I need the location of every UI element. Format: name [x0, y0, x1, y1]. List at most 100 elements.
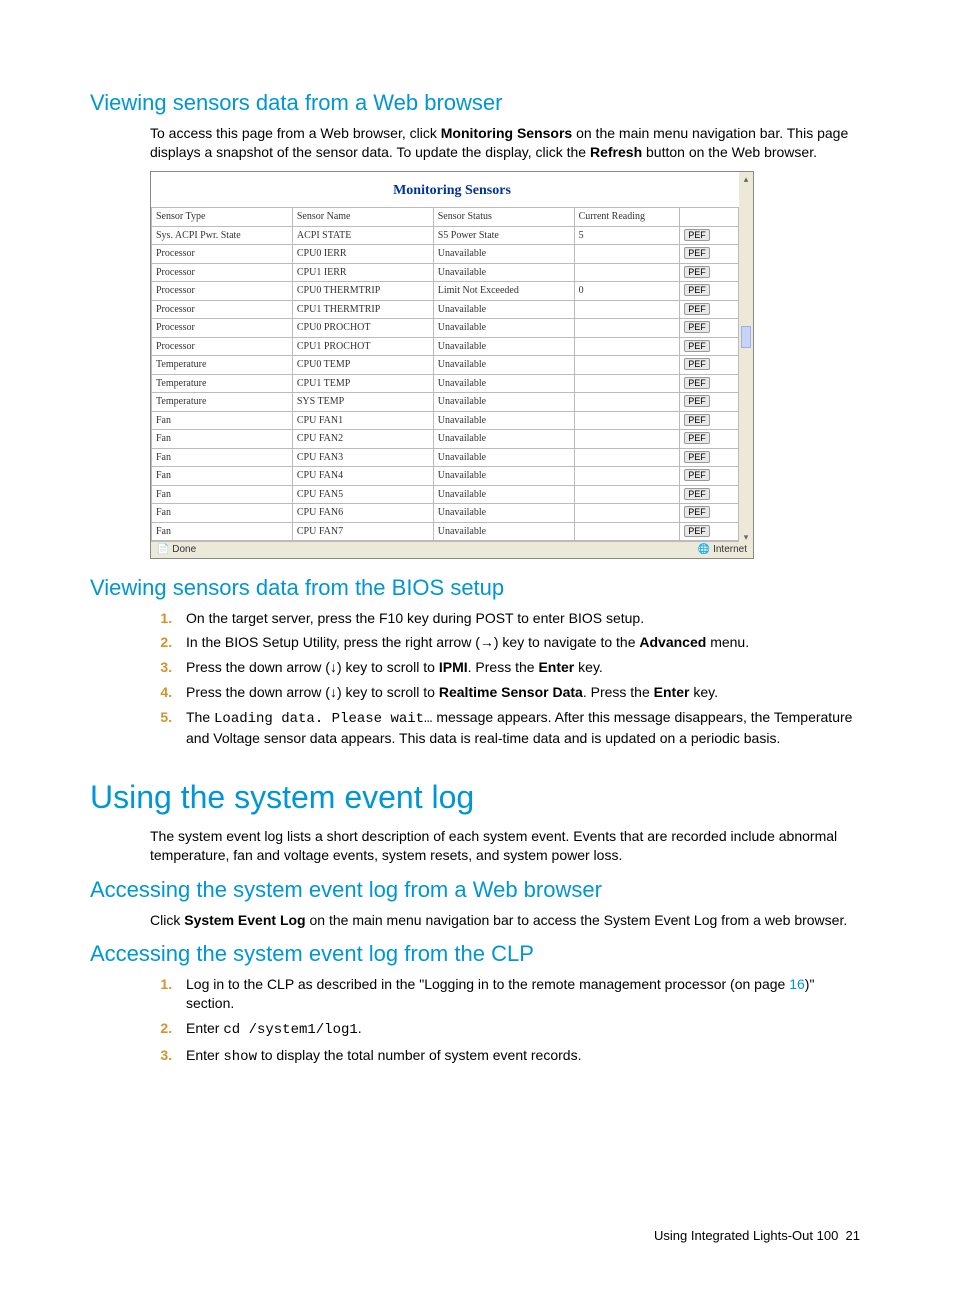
footer-page-number: 21: [846, 1228, 860, 1243]
cell-status: Unavailable: [433, 485, 574, 504]
scroll-down-icon[interactable]: ▾: [744, 530, 749, 544]
pef-button[interactable]: PEF: [684, 469, 710, 481]
cell-reading: [574, 374, 680, 393]
heading-event-log-web: Accessing the system event log from a We…: [90, 875, 864, 905]
table-row: FanCPU FAN1UnavailablePEF: [152, 411, 739, 430]
cell-pef: PEF: [680, 319, 739, 338]
table-row: FanCPU FAN3UnavailablePEF: [152, 448, 739, 467]
page-link-16[interactable]: 16: [789, 976, 805, 992]
step-2: In the BIOS Setup Utility, press the rig…: [176, 633, 864, 652]
pef-button[interactable]: PEF: [684, 432, 710, 444]
text: button on the Web browser.: [642, 144, 817, 160]
cell-reading: [574, 485, 680, 504]
cell-type: Fan: [152, 522, 293, 541]
cell-status: Unavailable: [433, 356, 574, 375]
bold-monitoring-sensors: Monitoring Sensors: [441, 125, 572, 141]
cell-type: Fan: [152, 485, 293, 504]
pef-button[interactable]: PEF: [684, 303, 710, 315]
cell-name: CPU1 THERMTRIP: [292, 300, 433, 319]
cell-reading: [574, 356, 680, 375]
table-row: ProcessorCPU1 IERRUnavailablePEF: [152, 263, 739, 282]
cell-status: Unavailable: [433, 448, 574, 467]
figure-title: Monitoring Sensors: [151, 172, 753, 207]
cell-type: Processor: [152, 300, 293, 319]
cell-pef: PEF: [680, 393, 739, 412]
cell-name: CPU1 IERR: [292, 263, 433, 282]
cell-reading: [574, 430, 680, 449]
cell-pef: PEF: [680, 226, 739, 245]
cell-name: CPU FAN1: [292, 411, 433, 430]
table-row: ProcessorCPU0 IERRUnavailablePEF: [152, 245, 739, 264]
scroll-up-icon[interactable]: ▴: [744, 172, 749, 186]
table-row: ProcessorCPU0 THERMTRIPLimit Not Exceede…: [152, 282, 739, 301]
heading-event-log-clp: Accessing the system event log from the …: [90, 939, 864, 969]
cell-type: Temperature: [152, 374, 293, 393]
cell-reading: [574, 504, 680, 523]
cell-name: CPU0 IERR: [292, 245, 433, 264]
cell-status: Unavailable: [433, 411, 574, 430]
cell-name: CPU1 TEMP: [292, 374, 433, 393]
cell-status: Unavailable: [433, 393, 574, 412]
table-header-row: Sensor Type Sensor Name Sensor Status Cu…: [152, 208, 739, 227]
cell-type: Fan: [152, 504, 293, 523]
pef-button[interactable]: PEF: [684, 340, 710, 352]
step-1: On the target server, press the F10 key …: [176, 609, 864, 628]
pef-button[interactable]: PEF: [684, 525, 710, 537]
pef-button[interactable]: PEF: [684, 358, 710, 370]
pef-button[interactable]: PEF: [684, 488, 710, 500]
cell-pef: PEF: [680, 337, 739, 356]
cell-type: Processor: [152, 245, 293, 264]
cell-reading: [574, 337, 680, 356]
cell-status: Unavailable: [433, 300, 574, 319]
pef-button[interactable]: PEF: [684, 247, 710, 259]
cell-pef: PEF: [680, 448, 739, 467]
cell-name: CPU0 THERMTRIP: [292, 282, 433, 301]
cell-reading: [574, 300, 680, 319]
cell-status: Limit Not Exceeded: [433, 282, 574, 301]
bold-refresh: Refresh: [590, 144, 642, 160]
footer-text: Using Integrated Lights-Out 100: [654, 1228, 838, 1243]
cell-name: CPU1 PROCHOT: [292, 337, 433, 356]
cell-reading: [574, 411, 680, 430]
cell-status: S5 Power State: [433, 226, 574, 245]
table-row: TemperatureCPU0 TEMPUnavailablePEF: [152, 356, 739, 375]
cell-pef: PEF: [680, 300, 739, 319]
pef-button[interactable]: PEF: [684, 414, 710, 426]
cell-reading: [574, 393, 680, 412]
cell-pef: PEF: [680, 356, 739, 375]
pef-button[interactable]: PEF: [684, 451, 710, 463]
col-pef: [680, 208, 739, 227]
text: To access this page from a Web browser, …: [150, 125, 441, 141]
cell-pef: PEF: [680, 485, 739, 504]
scroll-track[interactable]: [739, 186, 753, 529]
cell-name: ACPI STATE: [292, 226, 433, 245]
scroll-thumb[interactable]: [741, 326, 751, 348]
scrollbar[interactable]: ▴ ▾: [739, 172, 753, 543]
cell-type: Sys. ACPI Pwr. State: [152, 226, 293, 245]
cell-type: Processor: [152, 319, 293, 338]
heading-viewing-bios: Viewing sensors data from the BIOS setup: [90, 573, 864, 603]
para-event-log-web: Click System Event Log on the main menu …: [150, 911, 864, 930]
cell-reading: 0: [574, 282, 680, 301]
cell-pef: PEF: [680, 522, 739, 541]
pef-button[interactable]: PEF: [684, 395, 710, 407]
pef-button[interactable]: PEF: [684, 229, 710, 241]
heading-viewing-web: Viewing sensors data from a Web browser: [90, 88, 864, 118]
clp-steps: Log in to the CLP as described in the "L…: [150, 975, 864, 1067]
table-row: FanCPU FAN6UnavailablePEF: [152, 504, 739, 523]
cell-status: Unavailable: [433, 467, 574, 486]
cell-type: Temperature: [152, 393, 293, 412]
pef-button[interactable]: PEF: [684, 377, 710, 389]
pef-button[interactable]: PEF: [684, 321, 710, 333]
pef-button[interactable]: PEF: [684, 506, 710, 518]
cell-type: Processor: [152, 337, 293, 356]
pef-button[interactable]: PEF: [684, 266, 710, 278]
cell-reading: [574, 319, 680, 338]
cell-type: Fan: [152, 430, 293, 449]
cell-status: Unavailable: [433, 430, 574, 449]
cell-type: Processor: [152, 282, 293, 301]
pef-button[interactable]: PEF: [684, 284, 710, 296]
cell-reading: [574, 467, 680, 486]
cell-pef: PEF: [680, 430, 739, 449]
cell-name: SYS TEMP: [292, 393, 433, 412]
